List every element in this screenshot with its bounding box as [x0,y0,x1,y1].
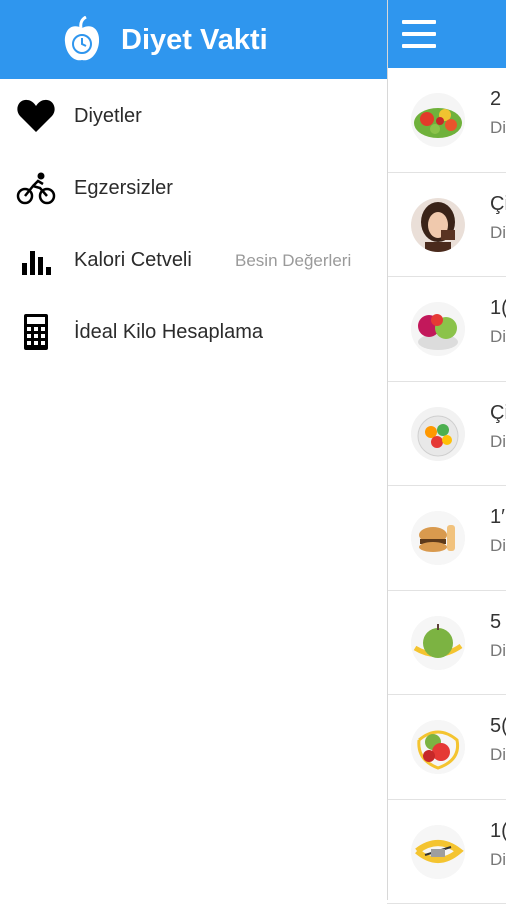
green-apple-tape-image [411,616,465,670]
drawer-item-label: Diyetler [74,105,142,128]
hamburger-icon[interactable] [402,20,436,48]
navigation-drawer: Diyet Vakti Diyetler Egzersizler [0,0,387,900]
diet-list: 2 Di Çi Di 1( Di [387,68,506,904]
drawer-item-kalori-cetveli[interactable]: Kalori Cetveli Besin Değerleri [0,223,387,295]
list-item[interactable]: 5 Di [387,591,506,696]
drawer-item-diyetler[interactable]: Diyetler [0,79,387,151]
list-item[interactable]: 1′ Di [387,486,506,591]
woman-eating-image [411,198,465,252]
burger-fries-image [411,511,465,565]
list-item[interactable]: 5( Di [387,695,506,800]
list-item[interactable]: Çi Di [387,173,506,278]
list-item[interactable]: 2 Di [387,68,506,173]
app-title: Diyet Vakti [121,24,268,57]
cyclist-icon [16,169,56,207]
fruit-plate-image [411,407,465,461]
drawer-menu: Diyetler Egzersizler [0,79,387,367]
measuring-tape-image [411,825,465,879]
list-item-title: 2 [490,88,501,111]
list-item-subtitle: Di [490,641,506,661]
heart-icon [16,97,56,135]
drawer-item-caption: Besin Değerleri [235,251,351,271]
list-item-subtitle: Di [490,327,506,347]
calculator-icon [16,313,56,351]
main-panel: 2 Di Çi Di 1( Di [387,0,506,900]
drawer-item-egzersizler[interactable]: Egzersizler [0,151,387,223]
fruits-scale-image [411,302,465,356]
list-item[interactable]: Çi Di [387,382,506,487]
list-item-title: Çi [490,193,506,216]
list-item[interactable]: 1( Di [387,800,506,904]
list-item-title: 1′ [490,506,505,529]
list-item-subtitle: Di [490,118,506,138]
list-item-subtitle: Di [490,223,506,243]
drawer-header: Diyet Vakti [0,0,387,79]
app-logo-icon [62,16,102,64]
drawer-item-label: Egzersizler [74,177,173,200]
list-item-subtitle: Di [490,745,506,765]
list-item-subtitle: Di [490,536,506,556]
list-item-title: 1( [490,820,506,843]
bar-chart-icon [16,241,56,279]
list-item-title: 1( [490,297,506,320]
drawer-item-ideal-kilo[interactable]: İdeal Kilo Hesaplama [0,295,387,367]
drawer-item-label: Kalori Cetveli [74,249,192,272]
salad-bowl-image [411,93,465,147]
apples-tape-image [411,720,465,774]
list-item-title: 5 [490,611,501,634]
list-item[interactable]: 1( Di [387,277,506,382]
main-app-bar [387,0,506,68]
list-item-title: 5( [490,715,506,738]
list-item-subtitle: Di [490,850,506,870]
list-item-subtitle: Di [490,432,506,452]
list-item-title: Çi [490,402,506,425]
drawer-edge-divider [387,0,388,900]
drawer-item-label: İdeal Kilo Hesaplama [74,321,263,344]
